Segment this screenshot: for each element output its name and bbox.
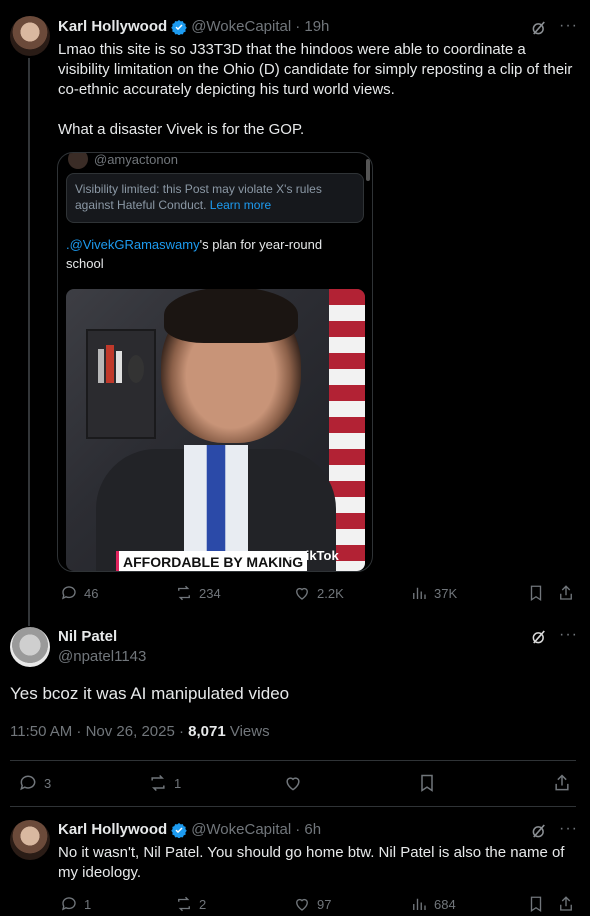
avatar[interactable] bbox=[10, 16, 50, 56]
repost-button[interactable]: 1 bbox=[148, 773, 181, 793]
views-count: 8,071 bbox=[188, 723, 226, 740]
repost-count: 234 bbox=[199, 585, 221, 601]
post-header: Karl Hollywood @WokeCapital · 6h bbox=[58, 821, 321, 838]
reply-count: 1 bbox=[84, 896, 92, 912]
video-caption: AFFORDABLE BY MAKING bbox=[116, 551, 308, 571]
author-handle[interactable]: @npatel1143 bbox=[58, 648, 146, 665]
author-name[interactable]: Karl Hollywood bbox=[58, 821, 167, 838]
quoted-handle-row: @amyactonon bbox=[68, 152, 179, 169]
tiktok-watermark: ♪ TikTok bbox=[288, 547, 339, 563]
heart-icon bbox=[296, 898, 308, 911]
post-text: No it wasn't, Nil Patel. You should go h… bbox=[58, 844, 565, 881]
post-text: Yes bcoz it was AI manipulated video bbox=[10, 684, 290, 703]
author-name[interactable]: Karl Hollywood bbox=[58, 18, 167, 35]
views-icon bbox=[413, 898, 426, 910]
bookmark-icon[interactable] bbox=[527, 584, 545, 602]
verified-badge-icon bbox=[171, 19, 187, 35]
repost-icon bbox=[178, 896, 190, 912]
quoted-handle: @amyactonon bbox=[94, 152, 179, 167]
reply-button[interactable]: 3 bbox=[18, 773, 51, 793]
views-icon bbox=[413, 587, 426, 599]
bookmark-icon[interactable] bbox=[417, 773, 437, 793]
share-icon[interactable] bbox=[557, 584, 575, 602]
post-timestamp[interactable]: 11:50 AM · Nov 26, 2025 · bbox=[10, 723, 188, 740]
repost-button[interactable]: 2 bbox=[175, 895, 206, 913]
reply-button[interactable]: 1 bbox=[60, 895, 91, 913]
share-icon[interactable] bbox=[557, 895, 575, 913]
post-time[interactable]: · 6h bbox=[295, 821, 321, 838]
like-button[interactable]: 2.2K bbox=[293, 584, 344, 602]
post-text-2: What a disaster Vivek is for the GOP. bbox=[58, 121, 305, 138]
reply-icon bbox=[61, 586, 76, 600]
post-meta: 11:50 AM · Nov 26, 2025 · 8,071 Views bbox=[10, 723, 270, 740]
views-label: Views bbox=[225, 723, 270, 740]
verified-badge-icon bbox=[171, 822, 187, 838]
visibility-notice: Visibility limited: this Post may violat… bbox=[66, 173, 364, 223]
reply-button[interactable]: 46 bbox=[60, 584, 98, 602]
quoted-text: .@VivekGRamaswamy's plan for year-round … bbox=[66, 235, 362, 273]
divider bbox=[10, 806, 576, 807]
repost-icon bbox=[178, 585, 190, 601]
learn-more-link[interactable]: Learn more bbox=[210, 198, 271, 212]
post-time[interactable]: · 19h bbox=[295, 18, 329, 35]
more-icon[interactable]: ··· bbox=[559, 626, 578, 644]
avatar[interactable] bbox=[10, 820, 50, 860]
more-icon[interactable]: ··· bbox=[559, 820, 578, 838]
thread-line bbox=[28, 58, 30, 626]
grok-icon[interactable] bbox=[530, 628, 548, 646]
author-name[interactable]: Nil Patel bbox=[58, 628, 117, 645]
tiktok-icon: ♪ bbox=[288, 547, 295, 563]
like-count: 2.2K bbox=[317, 585, 344, 601]
grok-icon[interactable] bbox=[530, 822, 548, 840]
reply-icon bbox=[61, 897, 76, 911]
heart-icon[interactable] bbox=[283, 773, 303, 793]
avatar[interactable] bbox=[10, 627, 50, 667]
more-icon[interactable]: ··· bbox=[559, 17, 578, 35]
post-text: Lmao this site is so J33T3D that the hin… bbox=[58, 41, 573, 98]
share-icon[interactable] bbox=[552, 773, 572, 793]
divider bbox=[10, 760, 576, 761]
views-count: 37K bbox=[434, 585, 458, 601]
bookmark-icon[interactable] bbox=[527, 895, 545, 913]
repost-button[interactable]: 234 bbox=[175, 584, 221, 602]
like-count: 97 bbox=[317, 896, 332, 912]
quoted-avatar bbox=[68, 153, 88, 169]
post-header: Karl Hollywood @WokeCapital · 19h bbox=[58, 18, 329, 35]
tiktok-label: TikTok bbox=[298, 547, 339, 563]
reply-icon bbox=[20, 775, 36, 791]
repost-count: 1 bbox=[174, 775, 182, 791]
video-bookshelf bbox=[86, 329, 156, 439]
reply-count: 3 bbox=[44, 775, 52, 791]
video-hair bbox=[164, 289, 298, 343]
author-handle[interactable]: @WokeCapital bbox=[191, 821, 291, 838]
author-handle[interactable]: @WokeCapital bbox=[191, 18, 291, 35]
views-button[interactable]: 37K bbox=[410, 584, 457, 602]
grok-icon[interactable] bbox=[530, 19, 548, 37]
like-button[interactable]: 97 bbox=[293, 895, 331, 913]
quoted-post[interactable]: @amyactonon Visibility limited: this Pos… bbox=[57, 152, 373, 572]
repost-icon bbox=[151, 774, 165, 792]
notice-text: Visibility limited: this Post may violat… bbox=[75, 182, 322, 212]
mention-link[interactable]: .@VivekGRamaswamy bbox=[66, 237, 200, 252]
video-player[interactable]: AFFORDABLE BY MAKING ♪ TikTok bbox=[66, 289, 365, 571]
repost-count: 2 bbox=[199, 896, 207, 912]
reply-count: 46 bbox=[84, 585, 99, 601]
views-count: 684 bbox=[434, 896, 456, 912]
heart-icon bbox=[296, 587, 308, 600]
views-button[interactable]: 684 bbox=[410, 895, 456, 913]
scrollbar[interactable] bbox=[366, 159, 370, 181]
